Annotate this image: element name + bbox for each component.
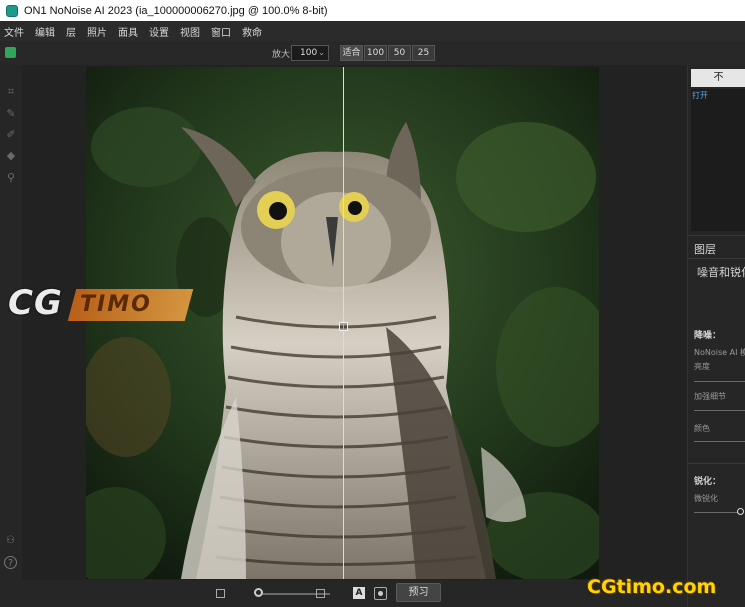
crop-icon[interactable]: ⌗ <box>4 85 18 99</box>
title-bar: ON1 NoNoise AI 2023 (ia_100000006270.jpg… <box>0 0 745 21</box>
open-link[interactable]: 打开 <box>692 90 708 101</box>
zoom-label: 放大 <box>272 50 291 60</box>
enhance-detail-label: 加强细节 <box>694 392 726 401</box>
enhance-detail-slider[interactable] <box>694 410 745 411</box>
menu-bar: 文件 编辑 层 照片 面具 设置 视图 窗口 救命 <box>0 21 745 41</box>
watermark-main-text: CG <box>8 283 63 323</box>
chevron-down-icon: ⌄ <box>318 48 325 57</box>
panel-divider <box>688 258 745 259</box>
color-label: 颜色 <box>694 424 710 433</box>
micro-sharpen-label: 微锐化 <box>694 494 718 503</box>
zoom-25-button[interactable]: 25 <box>412 45 435 61</box>
preview-button[interactable]: 预习 <box>396 583 441 602</box>
menu-settings[interactable]: 设置 <box>149 24 169 39</box>
retouch-icon[interactable]: ✐ <box>4 128 18 142</box>
mask-dot <box>378 591 383 596</box>
brightness-label: 亮度 <box>694 362 710 371</box>
top-panel-button[interactable]: 不 <box>691 69 745 87</box>
before-after-a-button[interactable]: A <box>353 587 365 599</box>
watermark-band-text: TIMO <box>80 292 152 317</box>
layers-title[interactable]: 图层 <box>694 241 716 257</box>
zoom-tool-icon[interactable]: ⚲ <box>4 171 18 185</box>
browser-list <box>691 89 745 231</box>
zoom-50-button[interactable]: 50 <box>388 45 411 61</box>
menu-file[interactable]: 文件 <box>4 24 24 39</box>
menu-edit[interactable]: 编辑 <box>35 24 55 39</box>
menu-help[interactable]: 救命 <box>242 24 262 39</box>
zoom-value: 100 <box>300 48 318 58</box>
zoom-100-button[interactable]: 100 <box>364 45 387 61</box>
menu-mask[interactable]: 面具 <box>118 24 138 39</box>
thumbnail-small-icon[interactable] <box>216 589 225 598</box>
noise-sharpen-title: 噪音和锐化 <box>697 266 745 279</box>
menu-view[interactable]: 视图 <box>180 24 200 39</box>
denoise-title: 降噪： <box>694 331 722 341</box>
eraser-icon[interactable]: ◆ <box>4 149 18 163</box>
color-slider[interactable] <box>694 441 745 442</box>
panel-divider <box>688 463 745 464</box>
fit-button[interactable]: 适合 <box>340 45 363 61</box>
size-slider-knob[interactable] <box>254 588 263 597</box>
micro-sharpen-knob[interactable] <box>737 508 744 515</box>
brightness-slider[interactable] <box>694 381 745 382</box>
mask-view-icon[interactable] <box>374 587 387 600</box>
top-toolbar: 放大 100 ⌄ 适合 100 50 25 <box>0 41 745 65</box>
menu-photo[interactable]: 照片 <box>87 24 107 39</box>
micro-sharpen-slider[interactable] <box>694 512 738 513</box>
split-handle[interactable] <box>339 322 348 331</box>
module-icon[interactable] <box>5 47 16 58</box>
sharpen-title: 锐化： <box>694 477 722 487</box>
menu-window[interactable]: 窗口 <box>211 24 231 39</box>
left-toolbar: ⌗ ✎ ✐ ◆ ⚲ ⚇ ? <box>0 65 22 607</box>
right-panel: 不 打开 图层 噪音和锐化 降噪： NoNoise AI 模 亮度 加强细节 颜… <box>687 65 745 607</box>
panel-divider <box>688 235 745 236</box>
cgtimo-url-watermark: CGtimo.com <box>587 576 717 598</box>
brush-icon[interactable]: ✎ <box>4 107 18 121</box>
help-icon[interactable]: ? <box>4 556 17 569</box>
cgtimo-watermark: CG TIMO <box>2 281 194 327</box>
nonoise-model-select[interactable]: NoNoise AI 模 <box>694 347 745 358</box>
user-icon[interactable]: ⚇ <box>4 534 17 547</box>
menu-layer[interactable]: 层 <box>66 24 76 39</box>
window-title: ON1 NoNoise AI 2023 (ia_100000006270.jpg… <box>24 4 328 17</box>
thumbnail-large-icon[interactable] <box>316 589 325 598</box>
app-logo-icon <box>6 4 18 17</box>
zoom-dropdown[interactable]: 100 ⌄ <box>291 45 329 61</box>
